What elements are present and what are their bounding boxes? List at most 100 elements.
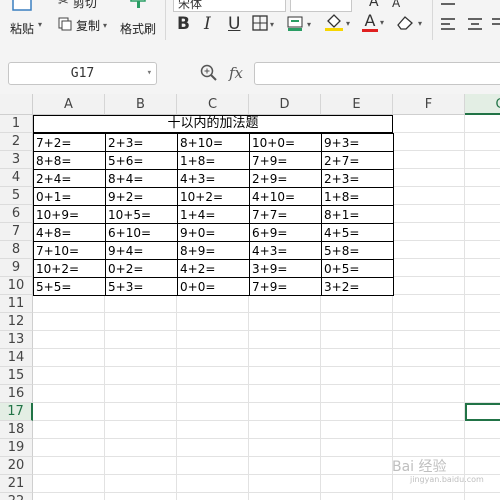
table-cell[interactable]: 1+8= (321, 187, 394, 206)
table-cell[interactable]: 1+4= (177, 205, 250, 224)
increase-font-button[interactable]: A (369, 0, 379, 10)
font-color-dropdown-icon[interactable]: ▾ (380, 18, 384, 27)
table-cell[interactable]: 3+9= (249, 259, 322, 278)
column-header-b[interactable]: B (105, 94, 177, 115)
table-cell[interactable]: 10+5= (105, 205, 178, 224)
row-header-18[interactable]: 18 (0, 421, 33, 439)
column-header-d[interactable]: D (249, 94, 321, 115)
row-header-21[interactable]: 21 (0, 475, 33, 493)
spreadsheet-grid[interactable]: ABCDEFG 12345678910111213141516171819202… (0, 94, 500, 500)
column-header-a[interactable]: A (33, 94, 105, 115)
table-cell[interactable]: 0+5= (321, 259, 394, 278)
table-cell[interactable]: 8+8= (33, 151, 106, 170)
align-center-button[interactable] (467, 17, 483, 34)
row-header-13[interactable]: 13 (0, 331, 33, 349)
table-cell[interactable]: 9+0= (177, 223, 250, 242)
row-header-3[interactable]: 3 (0, 151, 33, 169)
table-cell[interactable]: 7+10= (33, 241, 106, 260)
row-header-22[interactable]: 22 (0, 493, 33, 500)
column-header-e[interactable]: E (321, 94, 393, 115)
table-cell[interactable]: 3+2= (321, 277, 394, 296)
fill-color-button[interactable]: ▾ (324, 13, 350, 34)
clear-dropdown-icon[interactable]: ▾ (418, 19, 422, 28)
table-cell[interactable]: 8+9= (177, 241, 250, 260)
select-all-corner[interactable] (0, 94, 33, 115)
name-box[interactable]: G17 ▾ (8, 62, 157, 85)
table-cell[interactable]: 10+9= (33, 205, 106, 224)
row-header-16[interactable]: 16 (0, 385, 33, 403)
copy-dropdown-icon[interactable]: ▾ (103, 21, 107, 30)
table-cell[interactable]: 5+6= (105, 151, 178, 170)
table-cell[interactable]: 0+1= (33, 187, 106, 206)
format-painter-button[interactable]: 格式刷 (120, 0, 156, 37)
borders-dropdown-icon[interactable]: ▾ (270, 20, 274, 29)
align-top-button[interactable] (440, 0, 456, 10)
table-cell[interactable]: 10+0= (249, 133, 322, 152)
active-cell-g17[interactable] (465, 403, 500, 421)
row-header-14[interactable]: 14 (0, 349, 33, 367)
fill-style-dropdown-icon[interactable]: ▾ (307, 20, 311, 29)
table-cell[interactable]: 6+10= (105, 223, 178, 242)
insert-function-button[interactable]: fx (229, 64, 243, 82)
row-header-19[interactable]: 19 (0, 439, 33, 457)
table-cell[interactable]: 8+4= (105, 169, 178, 188)
table-cell[interactable]: 4+2= (177, 259, 250, 278)
table-cell[interactable]: 7+9= (249, 277, 322, 296)
borders-button[interactable]: ▾ (252, 15, 274, 34)
row-header-1[interactable]: 1 (0, 115, 33, 133)
table-cell[interactable]: 2+9= (249, 169, 322, 188)
table-cell[interactable]: 4+5= (321, 223, 394, 242)
formula-input[interactable] (254, 62, 500, 85)
table-cell[interactable]: 7+9= (249, 151, 322, 170)
table-cell[interactable]: 4+8= (33, 223, 106, 242)
row-header-10[interactable]: 10 (0, 277, 33, 295)
row-header-20[interactable]: 20 (0, 457, 33, 475)
paste-button[interactable]: 粘贴 (10, 0, 36, 37)
italic-button[interactable]: I (204, 14, 211, 34)
row-header-5[interactable]: 5 (0, 187, 33, 205)
column-header-g[interactable]: G (465, 94, 500, 115)
underline-button[interactable]: U (228, 14, 240, 34)
table-cell[interactable]: 8+10= (177, 133, 250, 152)
row-header-4[interactable]: 4 (0, 169, 33, 187)
row-header-9[interactable]: 9 (0, 259, 33, 277)
table-cell[interactable]: 9+4= (105, 241, 178, 260)
row-header-6[interactable]: 6 (0, 205, 33, 223)
table-cell[interactable]: 9+3= (321, 133, 394, 152)
table-cell[interactable]: 6+9= (249, 223, 322, 242)
font-color-button[interactable]: A ▾ (362, 13, 384, 32)
row-header-12[interactable]: 12 (0, 313, 33, 331)
font-size-select[interactable] (290, 0, 352, 12)
fill-color-dropdown-icon[interactable]: ▾ (346, 19, 350, 28)
row-header-17[interactable]: 17 (0, 403, 33, 421)
table-cell[interactable]: 1+8= (177, 151, 250, 170)
font-name-select[interactable]: 宋体 (173, 0, 286, 12)
table-cell[interactable]: 0+0= (177, 277, 250, 296)
bold-button[interactable]: B (177, 14, 190, 34)
table-cell[interactable]: 2+7= (321, 151, 394, 170)
table-cell[interactable]: 9+2= (105, 187, 178, 206)
clear-button[interactable]: ▾ (396, 14, 422, 33)
table-cell[interactable]: 4+3= (177, 169, 250, 188)
table-cell[interactable]: 0+2= (105, 259, 178, 278)
column-header-c[interactable]: C (177, 94, 249, 115)
table-cell[interactable]: 10+2= (33, 259, 106, 278)
row-header-8[interactable]: 8 (0, 241, 33, 259)
table-cell[interactable]: 4+10= (249, 187, 322, 206)
table-cell[interactable]: 2+4= (33, 169, 106, 188)
name-box-dropdown-icon[interactable]: ▾ (147, 63, 152, 84)
table-cell[interactable]: 4+3= (249, 241, 322, 260)
cut-button[interactable]: ✂ 剪切 (58, 0, 97, 11)
table-cell[interactable]: 5+3= (105, 277, 178, 296)
table-cell[interactable]: 5+8= (321, 241, 394, 260)
sheet-title-cell[interactable]: 十以内的加法题 (33, 115, 393, 133)
table-cell[interactable]: 7+2= (33, 133, 106, 152)
table-cell[interactable]: 7+7= (249, 205, 322, 224)
zoom-search-icon[interactable] (200, 64, 218, 86)
row-header-11[interactable]: 11 (0, 295, 33, 313)
table-cell[interactable]: 10+2= (177, 187, 250, 206)
row-header-15[interactable]: 15 (0, 367, 33, 385)
table-cell[interactable]: 8+1= (321, 205, 394, 224)
align-right-button[interactable] (492, 17, 500, 34)
column-header-f[interactable]: F (393, 94, 465, 115)
